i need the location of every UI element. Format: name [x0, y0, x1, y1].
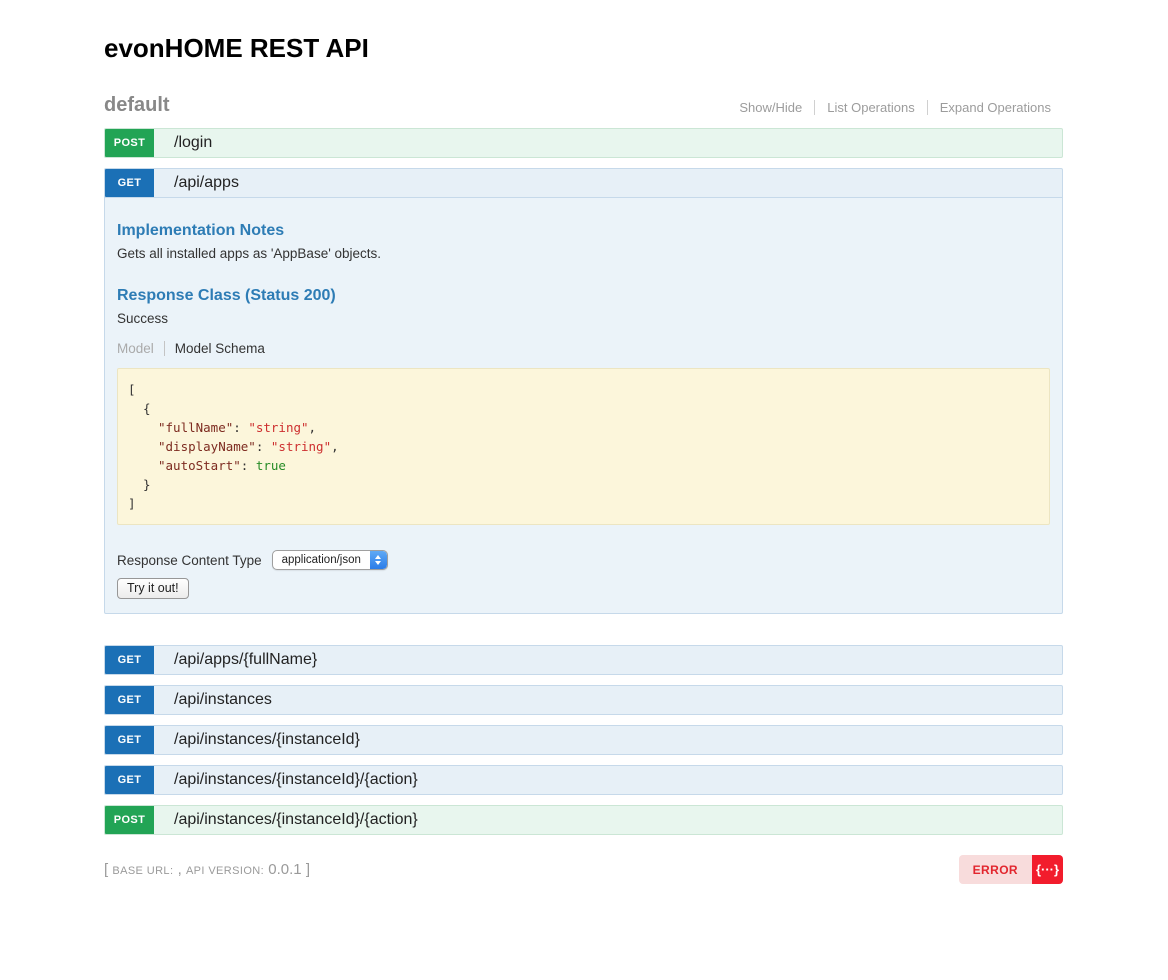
implementation-notes-text: Gets all installed apps as 'AppBase' obj…	[117, 246, 1050, 261]
endpoint-row-api-apps[interactable]: GET /api/apps	[104, 168, 1063, 198]
response-content-type-row: Response Content Type application/json	[117, 550, 1050, 570]
api-validator-badge[interactable]: ERROR {···}	[959, 855, 1063, 884]
method-badge-post: POST	[105, 806, 154, 834]
method-badge-post: POST	[105, 129, 154, 157]
response-content-type-label: Response Content Type	[117, 553, 262, 568]
schema-tabs: Model Model Schema	[117, 341, 1050, 356]
endpoint-row-api-instances[interactable]: GET /api/instances	[104, 685, 1063, 715]
operation-detail-panel: Implementation Notes Gets all installed …	[104, 198, 1063, 614]
base-url-text: [ BASE URL: , API VERSION: 0.0.1 ]	[104, 861, 310, 878]
code-line: ]	[128, 494, 1039, 513]
validator-error-label: ERROR	[959, 855, 1032, 884]
code-line: "fullName": "string",	[128, 418, 1039, 437]
response-class-text: Success	[117, 311, 1050, 326]
endpoint-path[interactable]: /api/instances	[174, 691, 272, 709]
show-hide-link[interactable]: Show/Hide	[739, 100, 814, 115]
method-badge-get: GET	[105, 766, 154, 794]
section-links: Show/Hide List Operations Expand Operati…	[739, 100, 1063, 117]
model-schema-code-block: [ { "fullName": "string", "displayName":…	[117, 368, 1050, 525]
select-stepper-icon	[370, 551, 387, 569]
response-class-heading: Response Class (Status 200)	[117, 287, 1050, 305]
code-line: }	[128, 475, 1039, 494]
tab-model[interactable]: Model	[117, 341, 165, 356]
endpoint-row-login[interactable]: POST /login	[104, 128, 1063, 158]
endpoint-path[interactable]: /api/apps/{fullName}	[174, 651, 317, 669]
method-badge-get: GET	[105, 646, 154, 674]
section-name-default: default	[104, 94, 170, 117]
endpoint-path[interactable]: /api/instances/{instanceId}/{action}	[174, 811, 418, 829]
code-line: [	[128, 380, 1039, 399]
base-url-label: BASE URL:	[112, 865, 173, 877]
code-line: "displayName": "string",	[128, 437, 1039, 456]
implementation-notes-heading: Implementation Notes	[117, 222, 1050, 240]
endpoint-row-api-instances-id-action-get[interactable]: GET /api/instances/{instanceId}/{action}	[104, 765, 1063, 795]
swagger-page: evonHOME REST API default Show/Hide List…	[104, 33, 1063, 884]
endpoint-path[interactable]: /api/apps	[174, 174, 239, 192]
selected-content-type: application/json	[273, 551, 370, 569]
api-version-label: API VERSION:	[186, 865, 264, 877]
expand-operations-link[interactable]: Expand Operations	[927, 100, 1063, 115]
method-badge-get: GET	[105, 726, 154, 754]
section-header: default Show/Hide List Operations Expand…	[104, 94, 1063, 117]
endpoint-row-api-instances-id-action-post[interactable]: POST /api/instances/{instanceId}/{action…	[104, 805, 1063, 835]
response-content-type-select[interactable]: application/json	[272, 550, 388, 570]
api-version-value: 0.0.1	[268, 861, 301, 878]
method-badge-get: GET	[105, 169, 154, 197]
endpoint-row-api-instances-id[interactable]: GET /api/instances/{instanceId}	[104, 725, 1063, 755]
page-footer: [ BASE URL: , API VERSION: 0.0.1 ] ERROR…	[104, 855, 1063, 884]
try-it-out-button[interactable]: Try it out!	[117, 578, 189, 599]
endpoint-path[interactable]: /login	[174, 134, 212, 152]
tab-model-schema[interactable]: Model Schema	[165, 341, 265, 356]
api-title: evonHOME REST API	[104, 33, 1063, 64]
endpoint-list: GET /api/apps/{fullName} GET /api/instan…	[104, 645, 1063, 835]
method-badge-get: GET	[105, 686, 154, 714]
json-braces-icon: {···}	[1032, 855, 1063, 884]
endpoint-row-api-apps-fullname[interactable]: GET /api/apps/{fullName}	[104, 645, 1063, 675]
code-line: {	[128, 399, 1039, 418]
list-operations-link[interactable]: List Operations	[814, 100, 926, 115]
code-line: "autoStart": true	[128, 456, 1039, 475]
endpoint-path[interactable]: /api/instances/{instanceId}	[174, 731, 360, 749]
endpoint-path[interactable]: /api/instances/{instanceId}/{action}	[174, 771, 418, 789]
